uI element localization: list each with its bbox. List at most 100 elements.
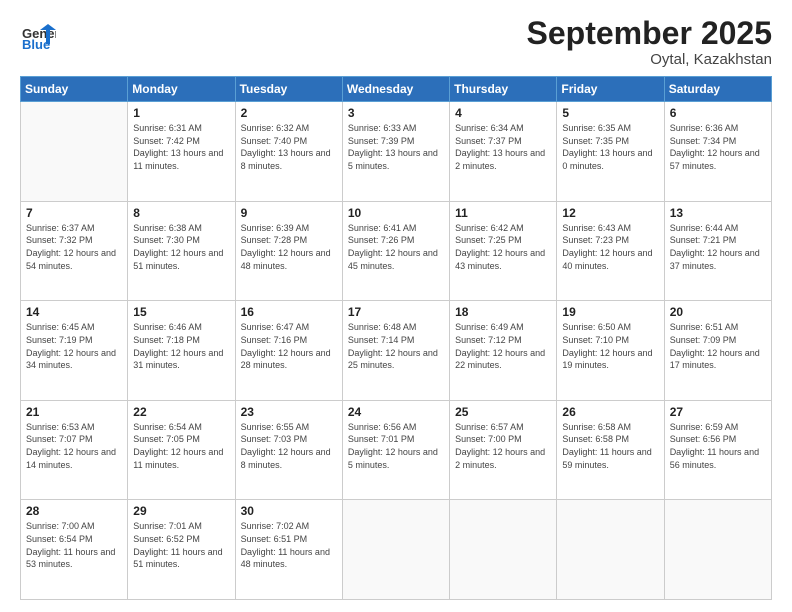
day-info: Sunrise: 6:35 AMSunset: 7:35 PMDaylight:… bbox=[562, 122, 658, 172]
day-info: Sunrise: 6:53 AMSunset: 7:07 PMDaylight:… bbox=[26, 421, 122, 471]
col-sunday: Sunday bbox=[21, 77, 128, 102]
week-row-4: 28Sunrise: 7:00 AMSunset: 6:54 PMDayligh… bbox=[21, 500, 772, 600]
day-cell: 8Sunrise: 6:38 AMSunset: 7:30 PMDaylight… bbox=[128, 201, 235, 301]
day-number: 6 bbox=[670, 106, 766, 120]
day-number: 30 bbox=[241, 504, 337, 518]
header: General Blue September 2025 Oytal, Kazak… bbox=[20, 16, 772, 68]
day-cell: 5Sunrise: 6:35 AMSunset: 7:35 PMDaylight… bbox=[557, 102, 664, 202]
day-cell: 2 Sunrise: 6:32 AMSunset: 7:40 PMDaylight… bbox=[235, 102, 342, 202]
svg-text:Blue: Blue bbox=[22, 37, 50, 52]
day-number: 16 bbox=[241, 305, 337, 319]
day-number: 25 bbox=[455, 405, 551, 419]
day-number: 9 bbox=[241, 206, 337, 220]
day-number: 4 bbox=[455, 106, 551, 120]
day-cell: 14Sunrise: 6:45 AMSunset: 7:19 PMDayligh… bbox=[21, 301, 128, 401]
day-info: Sunrise: 6:31 AMSunset: 7:42 PMDaylight:… bbox=[133, 122, 229, 172]
day-cell: 7 Sunrise: 6:37 AMSunset: 7:32 PMDaylight… bbox=[21, 201, 128, 301]
week-row-1: 7 Sunrise: 6:37 AMSunset: 7:32 PMDaylight… bbox=[21, 201, 772, 301]
day-number: 17 bbox=[348, 305, 444, 319]
day-info: Sunrise: 6:50 AMSunset: 7:10 PMDaylight:… bbox=[562, 321, 658, 371]
logo-icon: General Blue bbox=[20, 16, 56, 52]
col-tuesday: Tuesday bbox=[235, 77, 342, 102]
day-info: Sunrise: 6:57 AMSunset: 7:00 PMDaylight:… bbox=[455, 421, 551, 471]
day-number: 13 bbox=[670, 206, 766, 220]
day-cell bbox=[21, 102, 128, 202]
col-wednesday: Wednesday bbox=[342, 77, 449, 102]
day-info: Sunrise: 6:46 AMSunset: 7:18 PMDaylight:… bbox=[133, 321, 229, 371]
day-number: 2 bbox=[241, 106, 337, 120]
day-info: Sunrise: 7:02 AMSunset: 6:51 PMDaylight:… bbox=[241, 520, 337, 570]
title-block: September 2025 Oytal, Kazakhstan bbox=[527, 16, 772, 68]
day-info: Sunrise: 6:56 AMSunset: 7:01 PMDaylight:… bbox=[348, 421, 444, 471]
header-row: Sunday Monday Tuesday Wednesday Thursday… bbox=[21, 77, 772, 102]
day-info: Sunrise: 6:55 AMSunset: 7:03 PMDaylight:… bbox=[241, 421, 337, 471]
day-number: 23 bbox=[241, 405, 337, 419]
day-cell: 9 Sunrise: 6:39 AMSunset: 7:28 PMDaylight… bbox=[235, 201, 342, 301]
day-info: Sunrise: 6:37 AMSunset: 7:32 PMDaylight:… bbox=[26, 222, 122, 272]
day-info: Sunrise: 6:44 AMSunset: 7:21 PMDaylight:… bbox=[670, 222, 766, 272]
col-monday: Monday bbox=[128, 77, 235, 102]
day-number: 24 bbox=[348, 405, 444, 419]
col-thursday: Thursday bbox=[450, 77, 557, 102]
week-row-2: 14Sunrise: 6:45 AMSunset: 7:19 PMDayligh… bbox=[21, 301, 772, 401]
day-number: 22 bbox=[133, 405, 229, 419]
page: General Blue September 2025 Oytal, Kazak… bbox=[0, 0, 792, 612]
col-saturday: Saturday bbox=[664, 77, 771, 102]
day-info: Sunrise: 6:42 AMSunset: 7:25 PMDaylight:… bbox=[455, 222, 551, 272]
day-cell: 17 Sunrise: 6:48 AMSunset: 7:14 PMDayligh… bbox=[342, 301, 449, 401]
day-info: Sunrise: 6:32 AMSunset: 7:40 PMDaylight:… bbox=[241, 122, 337, 172]
day-cell: 13 Sunrise: 6:44 AMSunset: 7:21 PMDayligh… bbox=[664, 201, 771, 301]
day-cell: 10 Sunrise: 6:41 AMSunset: 7:26 PMDayligh… bbox=[342, 201, 449, 301]
day-info: Sunrise: 6:54 AMSunset: 7:05 PMDaylight:… bbox=[133, 421, 229, 471]
day-cell bbox=[342, 500, 449, 600]
day-number: 18 bbox=[455, 305, 551, 319]
day-number: 29 bbox=[133, 504, 229, 518]
logo: General Blue bbox=[20, 16, 56, 52]
day-number: 8 bbox=[133, 206, 229, 220]
day-number: 19 bbox=[562, 305, 658, 319]
day-number: 27 bbox=[670, 405, 766, 419]
day-cell: 19 Sunrise: 6:50 AMSunset: 7:10 PMDayligh… bbox=[557, 301, 664, 401]
day-cell: 11 Sunrise: 6:42 AMSunset: 7:25 PMDayligh… bbox=[450, 201, 557, 301]
day-cell bbox=[450, 500, 557, 600]
day-cell: 22 Sunrise: 6:54 AMSunset: 7:05 PMDayligh… bbox=[128, 400, 235, 500]
day-number: 15 bbox=[133, 305, 229, 319]
day-info: Sunrise: 6:34 AMSunset: 7:37 PMDaylight:… bbox=[455, 122, 551, 172]
day-number: 21 bbox=[26, 405, 122, 419]
day-info: Sunrise: 6:59 AMSunset: 6:56 PMDaylight:… bbox=[670, 421, 766, 471]
day-number: 10 bbox=[348, 206, 444, 220]
day-cell: 21 Sunrise: 6:53 AMSunset: 7:07 PMDayligh… bbox=[21, 400, 128, 500]
day-cell: 12 Sunrise: 6:43 AMSunset: 7:23 PMDayligh… bbox=[557, 201, 664, 301]
day-info: Sunrise: 6:58 AMSunset: 6:58 PMDaylight:… bbox=[562, 421, 658, 471]
day-info: Sunrise: 6:43 AMSunset: 7:23 PMDaylight:… bbox=[562, 222, 658, 272]
day-number: 1 bbox=[133, 106, 229, 120]
day-number: 12 bbox=[562, 206, 658, 220]
day-cell: 4 Sunrise: 6:34 AMSunset: 7:37 PMDaylight… bbox=[450, 102, 557, 202]
day-cell: 15 Sunrise: 6:46 AMSunset: 7:18 PMDayligh… bbox=[128, 301, 235, 401]
calendar-title: September 2025 bbox=[527, 16, 772, 51]
day-cell: 6 Sunrise: 6:36 AMSunset: 7:34 PMDaylight… bbox=[664, 102, 771, 202]
day-info: Sunrise: 6:48 AMSunset: 7:14 PMDaylight:… bbox=[348, 321, 444, 371]
day-number: 20 bbox=[670, 305, 766, 319]
calendar-table: Sunday Monday Tuesday Wednesday Thursday… bbox=[20, 76, 772, 600]
day-cell: 20 Sunrise: 6:51 AMSunset: 7:09 PMDayligh… bbox=[664, 301, 771, 401]
day-number: 11 bbox=[455, 206, 551, 220]
day-info: Sunrise: 7:00 AMSunset: 6:54 PMDaylight:… bbox=[26, 520, 122, 570]
day-info: Sunrise: 6:47 AMSunset: 7:16 PMDaylight:… bbox=[241, 321, 337, 371]
day-info: Sunrise: 6:41 AMSunset: 7:26 PMDaylight:… bbox=[348, 222, 444, 272]
day-number: 7 bbox=[26, 206, 122, 220]
day-info: Sunrise: 6:51 AMSunset: 7:09 PMDaylight:… bbox=[670, 321, 766, 371]
day-cell: 27 Sunrise: 6:59 AMSunset: 6:56 PMDayligh… bbox=[664, 400, 771, 500]
day-cell: 16 Sunrise: 6:47 AMSunset: 7:16 PMDayligh… bbox=[235, 301, 342, 401]
day-cell: 28Sunrise: 7:00 AMSunset: 6:54 PMDayligh… bbox=[21, 500, 128, 600]
day-cell: 3Sunrise: 6:33 AMSunset: 7:39 PMDaylight… bbox=[342, 102, 449, 202]
day-cell: 29 Sunrise: 7:01 AMSunset: 6:52 PMDayligh… bbox=[128, 500, 235, 600]
day-info: Sunrise: 6:49 AMSunset: 7:12 PMDaylight:… bbox=[455, 321, 551, 371]
day-cell bbox=[664, 500, 771, 600]
day-info: Sunrise: 6:39 AMSunset: 7:28 PMDaylight:… bbox=[241, 222, 337, 272]
day-info: Sunrise: 6:36 AMSunset: 7:34 PMDaylight:… bbox=[670, 122, 766, 172]
calendar-subtitle: Oytal, Kazakhstan bbox=[527, 51, 772, 68]
day-cell: 1 Sunrise: 6:31 AMSunset: 7:42 PMDaylight… bbox=[128, 102, 235, 202]
day-info: Sunrise: 7:01 AMSunset: 6:52 PMDaylight:… bbox=[133, 520, 229, 570]
week-row-3: 21 Sunrise: 6:53 AMSunset: 7:07 PMDayligh… bbox=[21, 400, 772, 500]
